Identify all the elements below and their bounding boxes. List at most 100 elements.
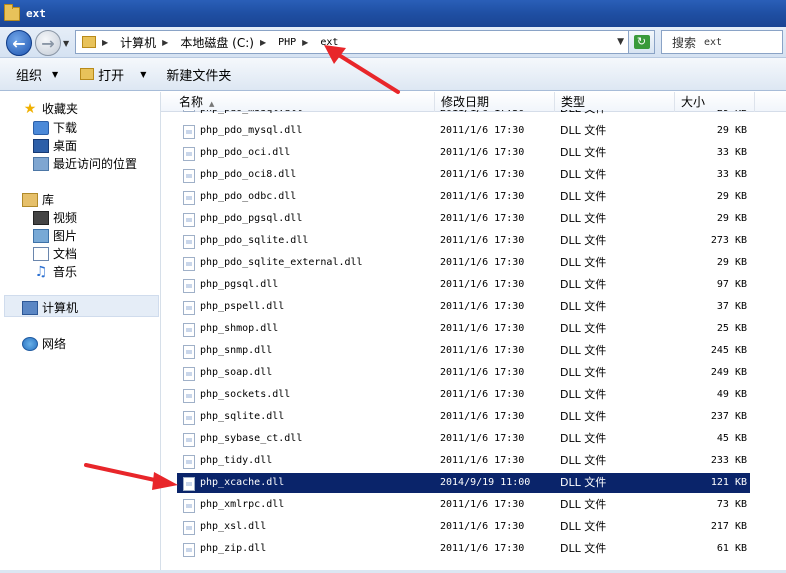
table-row[interactable]: php_xsl.dll 2011/1/6 17:30 DLL 文件 217 KB bbox=[161, 516, 786, 538]
chevron-down-icon: ▼ bbox=[52, 69, 59, 79]
dll-file-icon bbox=[183, 235, 195, 249]
file-date: 2011/1/6 17:30 bbox=[440, 213, 525, 224]
file-type: DLL 文件 bbox=[560, 454, 607, 467]
table-row[interactable]: php_pdo_odbc.dll 2011/1/6 17:30 DLL 文件 29 K… bbox=[161, 186, 786, 208]
sidebar-item-network[interactable]: 网络 bbox=[22, 335, 66, 352]
file-type: DLL 文件 bbox=[560, 520, 607, 533]
table-row[interactable]: php_xmlrpc.dll 2011/1/6 17:30 DLL 文件 73 KB bbox=[161, 494, 786, 516]
file-name: php_shmop.dll bbox=[200, 323, 279, 334]
table-row[interactable]: php_pdo_pgsql.dll 2011/1/6 17:30 DLL 文件 29 … bbox=[161, 208, 786, 230]
breadcrumb-local-disk[interactable]: 本地磁盘 (C:) bbox=[180, 34, 254, 51]
file-date: 2011/1/6 17:30 bbox=[440, 110, 524, 120]
file-type: DLL 文件 bbox=[560, 322, 607, 335]
file-name: php_tidy.dll bbox=[200, 455, 273, 466]
file-date: 2011/1/6 17:30 bbox=[440, 367, 525, 378]
file-name: php_pdo_mssql.dll bbox=[200, 110, 302, 120]
file-name: php_snmp.dll bbox=[200, 345, 273, 356]
refresh-icon: ↻ bbox=[633, 35, 650, 49]
file-rows: php_pdo_mssql.dll 2011/1/6 17:30 DLL 文件 29 … bbox=[161, 110, 786, 560]
title-bar: ext bbox=[0, 0, 786, 27]
sidebar-item-videos[interactable]: 视频 bbox=[33, 209, 77, 226]
column-header-date[interactable]: 修改日期 bbox=[435, 92, 555, 112]
chevron-right-icon[interactable]: ▶ bbox=[260, 38, 266, 47]
dll-file-icon bbox=[183, 499, 195, 513]
sidebar-item-libraries[interactable]: 库 bbox=[22, 191, 54, 208]
sidebar-item-recent[interactable]: 最近访问的位置 bbox=[33, 155, 137, 172]
file-date: 2011/1/6 17:30 bbox=[440, 191, 525, 202]
table-row[interactable]: php_zip.dll 2011/1/6 17:30 DLL 文件 61 KB bbox=[161, 538, 786, 560]
column-header-size[interactable]: 大小 bbox=[675, 92, 755, 112]
table-row[interactable]: php_pdo_sqlite.dll 2011/1/6 17:30 DLL 文件 27… bbox=[161, 230, 786, 252]
dll-file-icon bbox=[183, 411, 195, 425]
table-row[interactable]: php_pdo_oci.dll 2011/1/6 17:30 DLL 文件 33 KB bbox=[161, 142, 786, 164]
video-icon bbox=[33, 210, 49, 225]
sidebar-item-pictures[interactable]: 图片 bbox=[33, 227, 77, 244]
table-row[interactable]: php_shmop.dll 2011/1/6 17:30 DLL 文件 25 KB bbox=[161, 318, 786, 340]
column-header-name[interactable]: 名称 ▲ bbox=[173, 92, 435, 112]
file-date: 2011/1/6 17:30 bbox=[440, 235, 525, 246]
sidebar-item-favorites[interactable]: ★ 收藏夹 bbox=[22, 100, 78, 117]
chevron-right-icon[interactable]: ▶ bbox=[162, 38, 168, 47]
dll-file-icon bbox=[183, 125, 195, 139]
sidebar-item-music[interactable]: ♫ 音乐 bbox=[33, 263, 77, 280]
table-row[interactable]: php_soap.dll 2011/1/6 17:30 DLL 文件 249 KB bbox=[161, 362, 786, 384]
back-button[interactable]: ← bbox=[6, 30, 32, 56]
recent-pages-dropdown[interactable]: ▼ bbox=[63, 39, 69, 48]
table-row[interactable]: php_pgsql.dll 2011/1/6 17:30 DLL 文件 97 KB bbox=[161, 274, 786, 296]
breadcrumb-php[interactable]: PHP bbox=[278, 37, 296, 48]
forward-button[interactable]: → bbox=[35, 30, 61, 56]
file-name: php_pdo_oci.dll bbox=[200, 147, 291, 158]
file-date: 2011/1/6 17:30 bbox=[440, 455, 525, 466]
navigation-pane: ★ 收藏夹 下载 桌面 最近访问的位置 库 视频 图片 文档 ♫ 音乐 计算机 网络 bbox=[0, 92, 161, 570]
window-title: ext bbox=[26, 7, 46, 20]
address-bar[interactable]: ▶ 计算机 ▶ 本地磁盘 (C:) ▶ PHP ▶ ext ▼ ↻ bbox=[75, 30, 655, 54]
table-row[interactable]: php_tidy.dll 2011/1/6 17:30 DLL 文件 233 KB bbox=[161, 450, 786, 472]
sidebar-item-downloads[interactable]: 下载 bbox=[33, 119, 77, 136]
search-label: 搜索 bbox=[672, 35, 697, 50]
breadcrumb-computer[interactable]: 计算机 bbox=[120, 34, 156, 51]
sidebar-item-computer[interactable]: 计算机 bbox=[22, 299, 78, 316]
table-row[interactable]: php_pdo_mssql.dll 2011/1/6 17:30 DLL 文件 29 … bbox=[161, 110, 786, 120]
sidebar-item-documents[interactable]: 文档 bbox=[33, 245, 77, 262]
address-history-dropdown[interactable]: ▼ bbox=[617, 37, 624, 47]
file-type: DLL 文件 bbox=[560, 432, 607, 445]
file-type: DLL 文件 bbox=[560, 300, 607, 313]
table-row[interactable]: php_sockets.dll 2011/1/6 17:30 DLL 文件 49 KB bbox=[161, 384, 786, 406]
search-input[interactable]: 搜索 ext bbox=[661, 30, 783, 54]
dll-file-icon bbox=[183, 279, 195, 293]
file-size: 245 KB bbox=[710, 345, 747, 356]
refresh-button[interactable]: ↻ bbox=[628, 31, 654, 53]
file-type: DLL 文件 bbox=[560, 256, 607, 269]
table-row[interactable]: php_pdo_oci8.dll 2011/1/6 17:30 DLL 文件 33 K… bbox=[161, 164, 786, 186]
file-date: 2014/9/19 11:00 bbox=[440, 477, 531, 488]
file-type: DLL 文件 bbox=[560, 190, 607, 203]
table-row[interactable]: php_xcache.dll 2014/9/19 11:00 DLL 文件 121 K… bbox=[161, 472, 786, 494]
new-folder-button[interactable]: 新建文件夹 bbox=[166, 65, 231, 84]
sidebar-item-desktop[interactable]: 桌面 bbox=[33, 137, 77, 154]
chevron-right-icon[interactable]: ▶ bbox=[302, 38, 308, 47]
breadcrumb-ext[interactable]: ext bbox=[320, 37, 338, 48]
open-button[interactable]: 打开 ▼ bbox=[80, 65, 146, 84]
dll-file-icon bbox=[183, 323, 195, 337]
table-row[interactable]: php_pdo_sqlite_external.dll 2011/1/6 17:3… bbox=[161, 252, 786, 274]
open-icon bbox=[80, 68, 95, 80]
table-row[interactable]: php_sqlite.dll 2011/1/6 17:30 DLL 文件 237 KB bbox=[161, 406, 786, 428]
chevron-right-icon[interactable]: ▶ bbox=[102, 38, 108, 47]
file-size: 237 KB bbox=[710, 411, 747, 422]
file-date: 2011/1/6 17:30 bbox=[440, 147, 525, 158]
file-name: php_soap.dll bbox=[200, 367, 273, 378]
table-row[interactable]: php_sybase_ct.dll 2011/1/6 17:30 DLL 文件 45 … bbox=[161, 428, 786, 450]
dll-file-icon bbox=[183, 301, 195, 315]
dll-file-icon bbox=[183, 389, 195, 403]
file-date: 2011/1/6 17:30 bbox=[440, 433, 525, 444]
dll-file-icon bbox=[183, 147, 195, 161]
file-type: DLL 文件 bbox=[560, 110, 606, 120]
table-row[interactable]: php_pdo_mysql.dll 2011/1/6 17:30 DLL 文件 29 … bbox=[161, 120, 786, 142]
file-size: 121 KB bbox=[710, 477, 747, 488]
file-date: 2011/1/6 17:30 bbox=[440, 389, 525, 400]
table-row[interactable]: php_pspell.dll 2011/1/6 17:30 DLL 文件 37 KB bbox=[161, 296, 786, 318]
file-date: 2011/1/6 17:30 bbox=[440, 543, 525, 554]
organize-button[interactable]: 组织 ▼ bbox=[16, 65, 58, 84]
table-row[interactable]: php_snmp.dll 2011/1/6 17:30 DLL 文件 245 KB bbox=[161, 340, 786, 362]
column-header-type[interactable]: 类型 bbox=[555, 92, 675, 112]
